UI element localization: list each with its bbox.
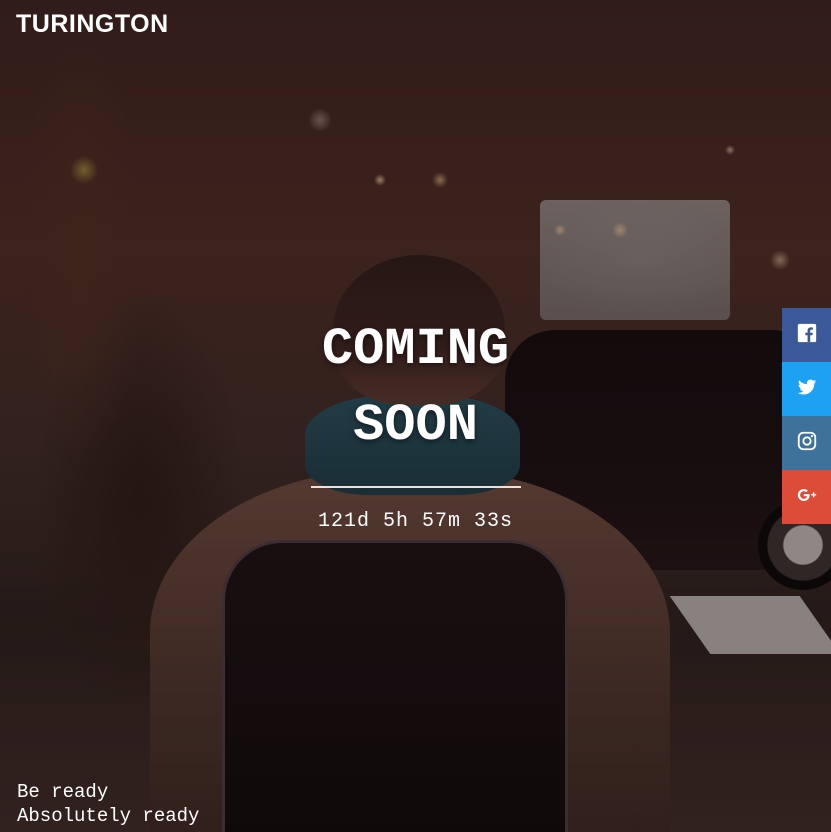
brand-logo[interactable]: TURINGTON <box>16 10 169 39</box>
hero-heading: COMING SOON <box>0 312 831 464</box>
footer-line2: Absolutely ready <box>17 805 200 827</box>
footer-line1: Be ready <box>17 781 109 803</box>
twitter-link[interactable] <box>782 362 831 416</box>
countdown-timer: 121d 5h 57m 33s <box>317 510 514 533</box>
instagram-link[interactable] <box>782 416 831 470</box>
google-plus-icon <box>796 484 818 511</box>
hero: COMING SOON 121d 5h 57m 33s <box>0 312 831 533</box>
hero-heading-line1: COMING <box>321 320 510 379</box>
facebook-link[interactable] <box>782 308 831 362</box>
hero-divider <box>310 486 521 488</box>
twitter-icon <box>796 376 818 403</box>
social-sidebar <box>782 308 831 524</box>
instagram-icon <box>796 430 818 457</box>
facebook-icon <box>796 322 818 349</box>
footer-tagline: Be ready Absolutely ready <box>17 780 199 828</box>
hero-heading-line2: SOON <box>353 396 478 455</box>
google-plus-link[interactable] <box>782 470 831 524</box>
